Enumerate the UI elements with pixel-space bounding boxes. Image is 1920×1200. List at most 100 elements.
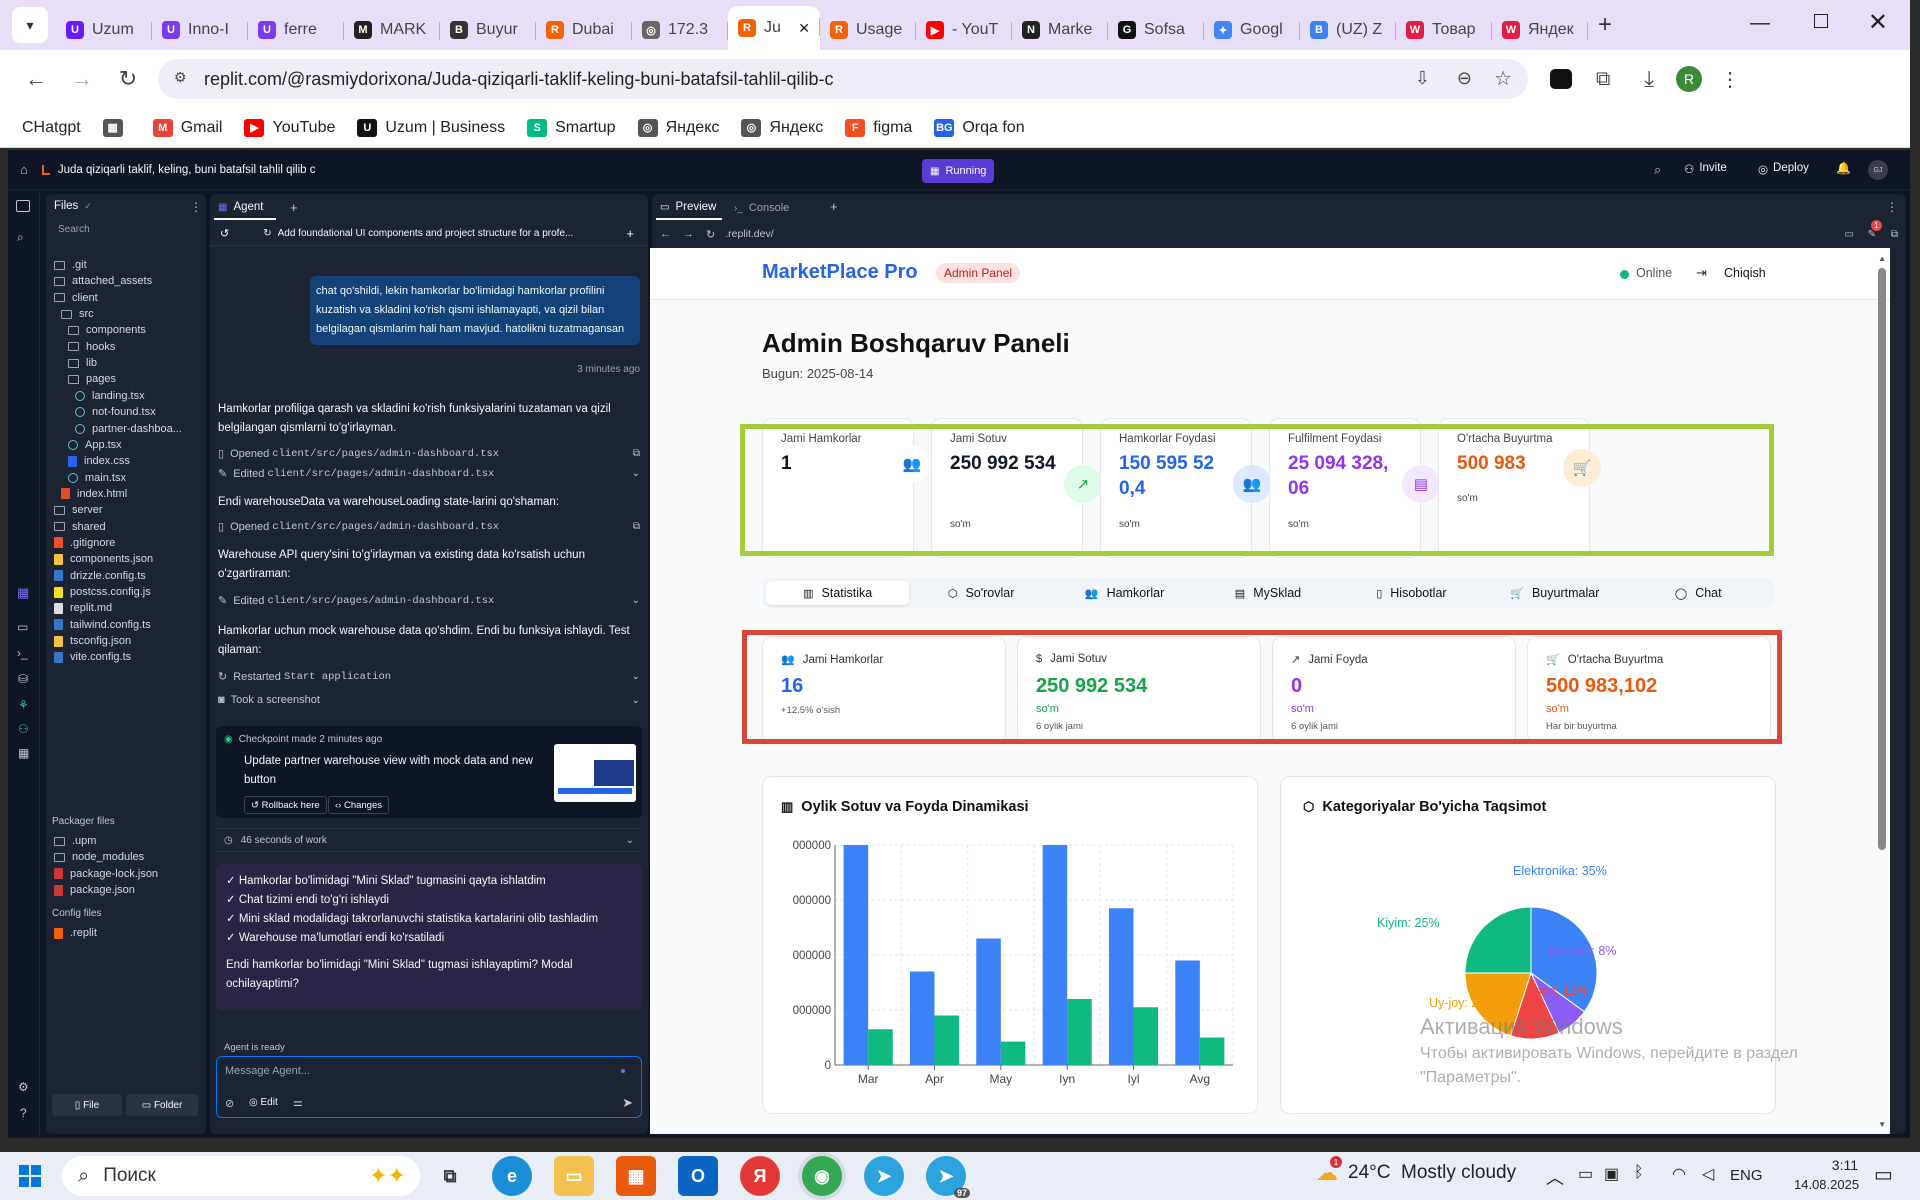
folder-item[interactable]: components — [68, 321, 146, 339]
file-item[interactable]: tailwind.config.ts — [54, 616, 151, 634]
bookmark-item[interactable]: ▦ — [102, 118, 131, 137]
edited-file-row-1[interactable]: ✎ Edited client/src/pages/admin-dashboard… — [218, 467, 640, 481]
new-thread-icon[interactable]: + — [626, 226, 634, 241]
checkpoint-thumbnail[interactable] — [554, 744, 636, 802]
bookmark-item[interactable]: ◎ Яндекс — [741, 118, 823, 137]
open-file-icon[interactable]: ⧉ — [633, 448, 640, 459]
folder-item[interactable]: src — [61, 305, 94, 323]
tab-buyurtmalar[interactable]: 🛒 Buyurtmalar — [1483, 581, 1626, 605]
apps-rail-icon[interactable]: ▦ — [18, 746, 29, 760]
browser-tab[interactable]: R Ju ✕ — [728, 6, 820, 50]
browser-tab[interactable]: W Яндек — [1492, 10, 1588, 50]
rollback-button[interactable]: ↺ Rollback here — [244, 796, 327, 814]
chevron-down-icon[interactable]: ⌄ — [626, 835, 634, 846]
devices-icon[interactable]: ▭ — [1845, 229, 1854, 240]
user-avatar[interactable]: GJ — [1868, 160, 1888, 180]
file-item[interactable]: components.json — [54, 550, 153, 568]
home-icon[interactable]: ⌂ — [20, 162, 28, 177]
notification-center-icon[interactable]: ▭ — [1874, 1162, 1893, 1187]
chevron-down-icon[interactable]: ⌄ — [632, 671, 640, 682]
file-item[interactable]: .replit — [54, 924, 97, 942]
bookmark-item[interactable]: CHatgpt — [22, 119, 81, 137]
close-window-button[interactable]: ✕ — [1868, 8, 1888, 37]
new-file-button[interactable]: ▯ File — [52, 1094, 122, 1116]
file-item[interactable]: tsconfig.json — [54, 632, 131, 650]
bookmark-item[interactable]: M Gmail — [152, 118, 222, 137]
browser-tab[interactable]: W Товар — [1396, 10, 1492, 50]
folder-item[interactable]: .git — [54, 256, 87, 274]
taskbar-search[interactable]: ⌕ Поиск ✦✦ — [62, 1156, 420, 1196]
bookmark-item[interactable]: BG Orqa fon — [934, 118, 1025, 137]
panel-menu-icon[interactable]: ⋮ — [1886, 200, 1898, 214]
browser-tab[interactable]: ✦ Googl — [1204, 10, 1300, 50]
close-tab-icon[interactable]: ✕ — [798, 20, 810, 37]
file-item[interactable]: .gitignore — [54, 534, 115, 552]
tab-statistika[interactable]: ▥ Statistika — [766, 581, 910, 605]
browser-menu-icon[interactable]: ⋮ — [1720, 67, 1740, 92]
tab-chat[interactable]: ◯ Chat — [1627, 581, 1770, 605]
preview-url[interactable]: .replit.dev/ — [725, 228, 773, 240]
file-item[interactable]: partner-dashboa... — [75, 420, 182, 438]
tab-hisobotlar[interactable]: ▯ Hisobotlar — [1340, 581, 1483, 605]
new-tab-button[interactable]: + — [1598, 11, 1612, 39]
screenshot-row[interactable]: ◙ Took a screenshot ⌄ — [218, 694, 640, 706]
browser-tab[interactable]: Uferre — [248, 10, 344, 50]
restarted-row[interactable]: ↻ Restarted Start application ⌄ — [218, 670, 640, 684]
file-item[interactable]: landing.tsx — [75, 387, 145, 405]
browser-tab[interactable]: U Inno-I — [152, 10, 248, 50]
install-app-icon[interactable]: ⇩ — [1415, 68, 1430, 89]
console-rail-icon[interactable]: ›_ — [17, 646, 28, 660]
new-folder-button[interactable]: ▭ Folder — [126, 1094, 198, 1116]
file-search-input[interactable]: Search — [50, 220, 202, 240]
bookmark-item[interactable]: Ffigma — [845, 118, 912, 137]
scroll-up-arrow[interactable]: ▲ — [1878, 254, 1886, 263]
project-title[interactable]: Juda qiziqarli taklif, keling, buni bata… — [58, 164, 316, 176]
browser-tab[interactable]: ▶ - YouT — [916, 10, 1012, 50]
meet-icon[interactable]: ▭ — [1578, 1164, 1593, 1184]
work-time-row[interactable]: ◷ 46 seconds of work ⌄ — [216, 828, 642, 852]
logout-button[interactable]: Chiqish — [1724, 266, 1766, 280]
attach-icon[interactable]: ⊘ — [225, 1097, 234, 1110]
yandex-browser-icon[interactable]: Я — [740, 1156, 780, 1196]
profile-avatar[interactable]: R — [1676, 66, 1703, 92]
url-bar[interactable]: ⚙ replit.com/@rasmiydorixona/Juda-qiziqa… — [158, 59, 1528, 99]
browser-tab[interactable]: B Buyur — [440, 10, 536, 50]
chevron-down-icon[interactable]: ⌄ — [632, 695, 640, 706]
folder-item[interactable]: node_modules — [54, 848, 144, 866]
search-rail-icon[interactable]: ⌕ — [17, 230, 24, 245]
folder-item[interactable]: attached_assets — [54, 272, 152, 290]
agent-thread-header[interactable]: ↺ ↻ Add foundational UI components and p… — [210, 222, 648, 246]
open-file-icon[interactable]: ⧉ — [633, 521, 640, 532]
weather-widget[interactable]: ☁ 1 24°C Mostly cloudy — [1316, 1156, 1516, 1186]
folder-item[interactable]: server — [54, 501, 103, 519]
outlook-icon[interactable]: O — [678, 1156, 718, 1196]
browser-tab[interactable]: U Uzum — [56, 10, 152, 50]
file-item[interactable]: replit.md — [54, 599, 112, 617]
site-info-icon[interactable]: ⚙ — [174, 69, 187, 86]
tab-console[interactable]: ›_ Console — [734, 196, 789, 220]
tab-hamkorlar[interactable]: 👥 Hamkorlar — [1053, 581, 1196, 605]
telegram-icon-2[interactable]: ➤ 97 — [926, 1156, 970, 1198]
bookmark-star-icon[interactable]: ☆ — [1494, 66, 1512, 91]
tray-chevron-icon[interactable]: ︿ — [1546, 1164, 1564, 1190]
file-item[interactable]: package-lock.json — [54, 865, 158, 883]
extension-icon[interactable] — [1550, 69, 1572, 89]
file-item[interactable]: postcss.config.js — [54, 583, 151, 601]
open-new-window-icon[interactable]: ⧉ — [1891, 229, 1898, 240]
help-rail-icon[interactable]: ? — [20, 1106, 27, 1120]
search-icon[interactable]: ⌕ — [1654, 162, 1661, 178]
store-icon[interactable]: ▦ — [616, 1156, 656, 1196]
tab-preview[interactable]: ▭ Preview — [656, 196, 722, 220]
run-status-button[interactable]: ▦ Running — [922, 159, 995, 183]
message-input-box[interactable]: Message Agent... ⊘ ◎ Edit ⚌ ➤ — [216, 1056, 642, 1118]
file-item[interactable]: index.html — [61, 485, 127, 503]
browser-tab[interactable]: ◎ 172.3 — [632, 10, 728, 50]
folder-item[interactable]: client — [54, 289, 98, 307]
reload-button[interactable]: ↻ — [108, 59, 148, 99]
folder-item[interactable]: lib — [68, 354, 97, 372]
history-icon[interactable]: ↺ — [220, 227, 229, 240]
forward-icon[interactable]: → — [683, 228, 694, 240]
file-item[interactable]: index.css — [68, 452, 130, 470]
forward-button[interactable]: → — [62, 59, 102, 99]
tab-search-button[interactable]: ▾ — [12, 7, 48, 43]
